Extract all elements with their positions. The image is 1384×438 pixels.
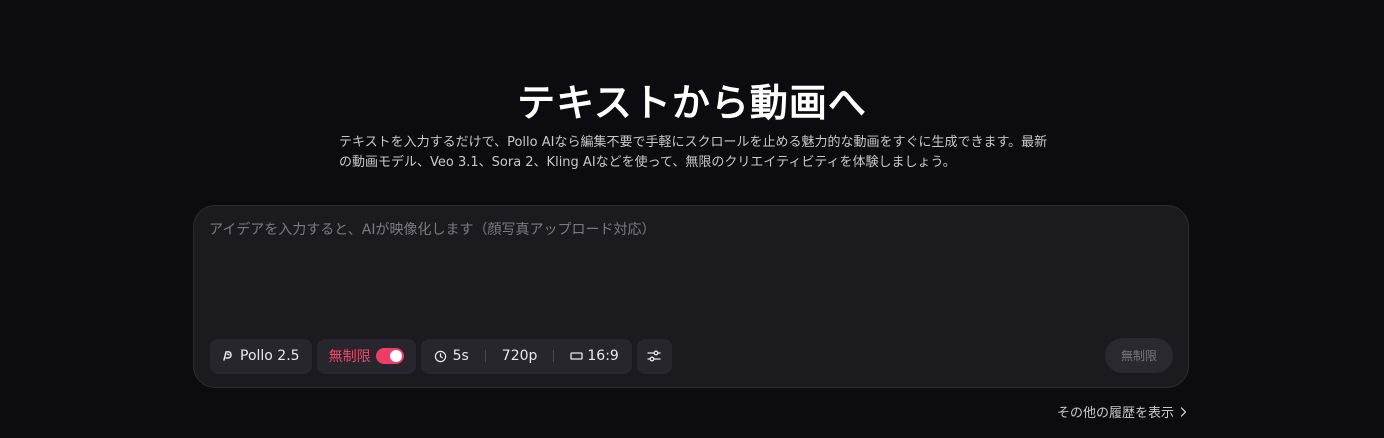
- advanced-settings-button[interactable]: [636, 338, 672, 374]
- prompt-panel: Pollo 2.5 無制限 5s: [193, 205, 1189, 388]
- ratio-setting: 16:9: [570, 348, 619, 364]
- resolution-value: 720p: [501, 348, 538, 364]
- toggle-knob: [389, 350, 402, 362]
- prompt-input[interactable]: [209, 220, 1169, 320]
- duration-value: 5s: [452, 348, 469, 364]
- duration-setting: 5s: [434, 348, 469, 364]
- generate-button[interactable]: 無制限: [1105, 338, 1173, 373]
- text-to-video-page: テキストから動画へ テキストを入力するだけで、Pollo AIなら編集不要で手軽…: [0, 0, 1384, 438]
- page-subtitle: テキストを入力するだけで、Pollo AIなら編集不要で手軽にスクロールを止める…: [339, 135, 1048, 170]
- view-more-history-link[interactable]: その他の履歴を表示: [1057, 402, 1187, 421]
- aspect-ratio-icon: [570, 351, 584, 361]
- unlimited-toggle[interactable]: [375, 348, 404, 364]
- unlimited-label: 無制限: [328, 349, 371, 365]
- resolution-setting: 720p: [502, 348, 538, 364]
- ratio-value: 16:9: [587, 348, 619, 364]
- video-settings-button[interactable]: 5s 720p 16:9: [420, 338, 632, 374]
- prompt-toolbar: Pollo 2.5 無制限 5s 720p 16:9: [210, 338, 672, 374]
- model-selector-button[interactable]: Pollo 2.5: [210, 338, 312, 374]
- divider: [553, 350, 555, 362]
- sliders-icon: [647, 349, 661, 363]
- history-label: その他の履歴を表示: [1056, 406, 1174, 421]
- pollo-logo-icon: [222, 350, 234, 362]
- clock-icon: [434, 350, 447, 363]
- chevron-right-icon: [1180, 406, 1187, 417]
- model-label: Pollo 2.5: [240, 348, 300, 364]
- page-title: テキストから動画へ: [517, 81, 867, 125]
- unlimited-toggle-chip[interactable]: 無制限: [316, 338, 416, 374]
- divider: [484, 350, 486, 362]
